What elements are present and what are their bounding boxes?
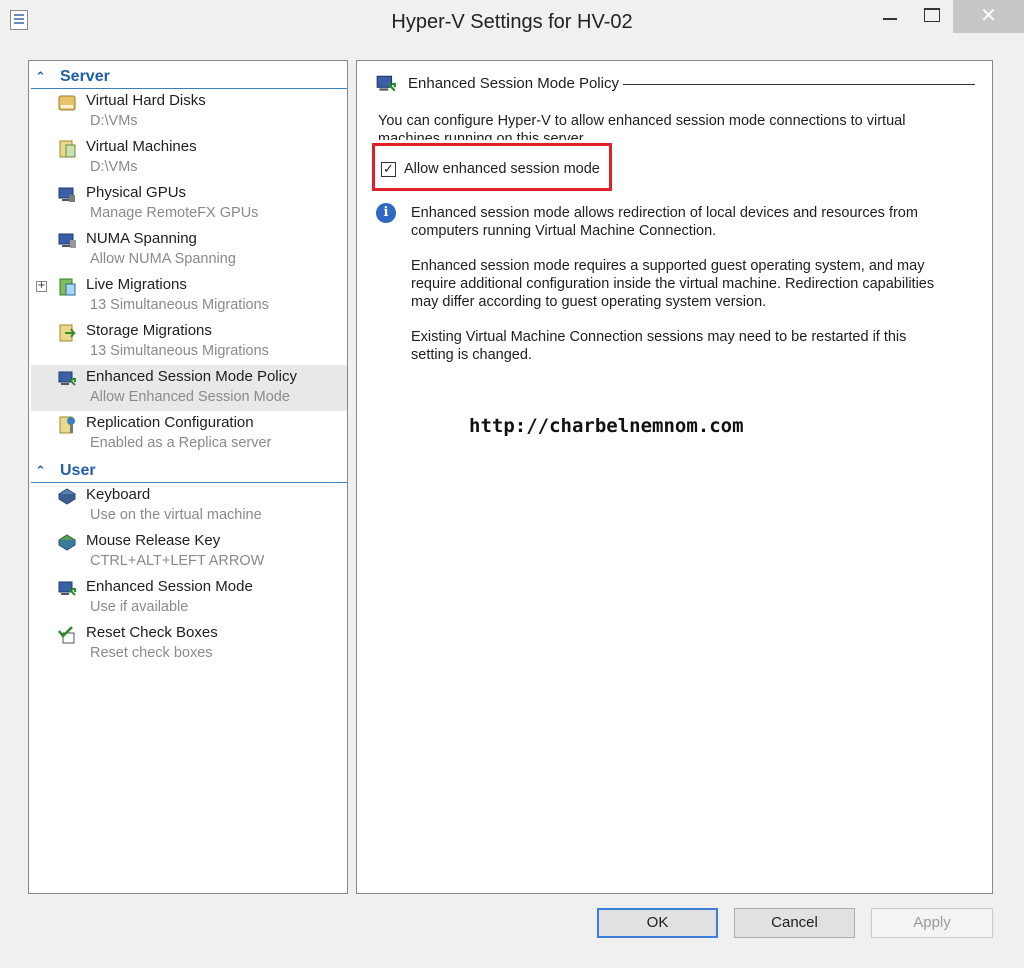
nav-item-mouse-release-key[interactable]: Mouse Release Key CTRL+ALT+LEFT ARROW (31, 529, 347, 575)
nav-item-sublabel: Reset check boxes (90, 645, 213, 661)
nav-item-label: Replication Configuration (86, 414, 254, 431)
category-server[interactable]: ⌃ Server (31, 68, 347, 89)
maximize-icon (924, 8, 940, 22)
collapse-chevron-icon: ⌃ (35, 70, 46, 85)
category-server-label: Server (60, 68, 110, 85)
nav-item-keyboard[interactable]: Keyboard Use on the virtual machine (31, 483, 347, 529)
nav-item-replication-configuration[interactable]: Replication Configuration Enabled as a R… (31, 411, 347, 457)
settings-detail-pane: Enhanced Session Mode Policy You can con… (356, 60, 993, 894)
mouse-release-icon (58, 534, 76, 551)
info-paragraph-1: Enhanced session mode allows redirection… (411, 204, 918, 240)
info-paragraph-3: Existing Virtual Machine Connection sess… (411, 328, 906, 364)
section-header: Enhanced Session Mode Policy (375, 73, 975, 97)
nav-item-numa-spanning[interactable]: NUMA Spanning Allow NUMA Spanning (31, 227, 347, 273)
nav-item-storage-migrations[interactable]: Storage Migrations 13 Simultaneous Migra… (31, 319, 347, 365)
virtual-machine-icon (59, 140, 76, 158)
category-user[interactable]: ⌃ User (31, 462, 347, 483)
section-divider (623, 84, 975, 85)
nav-item-physical-gpus[interactable]: Physical GPUs Manage RemoteFX GPUs (31, 181, 347, 227)
info-line: setting is changed. (411, 347, 532, 363)
replication-icon (59, 416, 75, 434)
cancel-button[interactable]: Cancel (734, 908, 855, 938)
keyboard-icon (58, 488, 76, 505)
nav-item-enhanced-session-mode[interactable]: Enhanced Session Mode Use if available (31, 575, 347, 621)
nav-item-label: NUMA Spanning (86, 230, 197, 247)
allow-enhanced-session-checkbox[interactable]: ✓ (381, 162, 396, 177)
nav-item-sublabel: Use if available (90, 599, 189, 615)
info-line: require additional configuration inside … (411, 276, 935, 292)
nav-item-label: Reset Check Boxes (86, 624, 218, 641)
nav-item-sublabel: Allow NUMA Spanning (90, 251, 236, 267)
nav-item-reset-check-boxes[interactable]: Reset Check Boxes Reset check boxes (31, 621, 347, 667)
reset-checkbox-icon (58, 626, 75, 644)
nav-item-sublabel: D:\VMs (90, 159, 138, 175)
nav-item-sublabel: Enabled as a Replica server (90, 435, 272, 451)
apply-button[interactable]: Apply (871, 908, 993, 938)
minimize-icon (883, 18, 897, 20)
nav-item-label: Mouse Release Key (86, 532, 221, 549)
ok-button[interactable]: OK (597, 908, 718, 938)
nav-item-label: Live Migrations (86, 276, 187, 293)
info-icon: i (376, 203, 396, 223)
nav-item-live-migrations[interactable]: + Live Migrations 13 Simultaneous Migrat… (31, 273, 347, 319)
minimize-button[interactable] (873, 0, 907, 33)
nav-item-label: Enhanced Session Mode Policy (86, 368, 297, 385)
info-line: may differ according to guest operating … (411, 294, 767, 310)
expand-plus-icon[interactable]: + (36, 281, 47, 292)
info-line: computers running Virtual Machine Connec… (411, 223, 717, 239)
nav-item-label: Keyboard (86, 486, 151, 503)
intro-line: machines running on this server. (378, 131, 587, 140)
checkbox-label[interactable]: Allow enhanced session mode (404, 161, 600, 177)
nav-item-virtual-hard-disks[interactable]: Virtual Hard Disks D:\VMs (31, 89, 347, 135)
nav-item-label: Virtual Machines (86, 138, 197, 155)
section-title: Enhanced Session Mode Policy (408, 75, 619, 92)
numa-icon (58, 233, 76, 248)
nav-item-sublabel: Use on the virtual machine (90, 507, 262, 523)
nav-item-sublabel: 13 Simultaneous Migrations (90, 343, 269, 359)
nav-item-virtual-machines[interactable]: Virtual Machines D:\VMs (31, 135, 347, 181)
category-user-label: User (60, 462, 96, 479)
watermark-url: http://charbelnemnom.com (469, 415, 744, 437)
info-line: Enhanced session mode allows redirection… (411, 205, 918, 221)
nav-item-sublabel: 13 Simultaneous Migrations (90, 297, 269, 313)
info-line: Enhanced session mode requires a support… (411, 258, 925, 274)
info-paragraph-2: Enhanced session mode requires a support… (411, 257, 934, 311)
info-line: Existing Virtual Machine Connection sess… (411, 329, 907, 345)
storage-migration-icon (59, 324, 76, 342)
collapse-chevron-icon: ⌃ (35, 464, 46, 479)
enhanced-session-icon (58, 371, 76, 386)
nav-item-label: Storage Migrations (86, 322, 212, 339)
title-bar: Hyper-V Settings for HV-02 ✕ (0, 0, 1024, 45)
hard-disk-icon (58, 95, 76, 111)
enhanced-session-icon (376, 75, 396, 92)
nav-item-label: Physical GPUs (86, 184, 187, 201)
nav-item-sublabel: D:\VMs (90, 113, 138, 129)
maximize-button[interactable] (915, 0, 949, 33)
close-button[interactable]: ✕ (953, 0, 1024, 33)
intro-text: You can configure Hyper-V to allow enhan… (378, 112, 905, 140)
gpu-icon (58, 187, 75, 202)
nav-item-enhanced-session-mode-policy[interactable]: Enhanced Session Mode Policy Allow Enhan… (31, 365, 347, 411)
nav-item-sublabel: CTRL+ALT+LEFT ARROW (90, 553, 265, 569)
enhanced-session-icon (58, 581, 76, 596)
settings-nav-pane: ⌃ Server Virtual Hard Disks D:\VMs Virtu… (28, 60, 348, 894)
nav-item-label: Virtual Hard Disks (86, 92, 206, 109)
nav-item-sublabel: Manage RemoteFX GPUs (90, 205, 259, 221)
nav-item-label: Enhanced Session Mode (86, 578, 253, 595)
live-migration-icon (59, 278, 76, 296)
nav-item-sublabel: Allow Enhanced Session Mode (90, 389, 290, 405)
window-title: Hyper-V Settings for HV-02 (391, 11, 633, 33)
intro-line: You can configure Hyper-V to allow enhan… (378, 113, 906, 129)
